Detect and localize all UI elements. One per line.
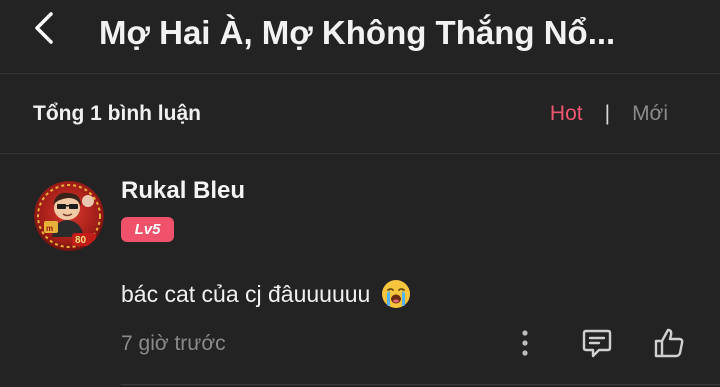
like-button[interactable] (649, 323, 689, 363)
more-options-button[interactable] (505, 323, 545, 363)
page-title: Mợ Hai À, Mợ Không Thắng Nổ... (99, 14, 616, 51)
comments-summary-bar: Tổng 1 bình luận Hot | Mới (0, 75, 720, 154)
level-badge: Lv5 (121, 217, 174, 242)
sort-hot-tab[interactable]: Hot (550, 102, 583, 126)
like-icon (654, 328, 684, 358)
sort-new-tab[interactable]: Mới (632, 102, 668, 126)
svg-text:m: m (46, 224, 53, 233)
chevron-left-icon (35, 12, 53, 44)
more-vertical-icon (522, 330, 528, 356)
comment-count: Tổng 1 bình luận (33, 102, 201, 125)
sort-separator: | (604, 102, 611, 125)
crying-face-icon (382, 280, 411, 308)
comment-divider (121, 384, 720, 385)
comment-text: bác cat của cj đâuuuuuu (121, 280, 371, 307)
svg-text:80: 80 (75, 235, 87, 246)
comment-timestamp: 7 giờ trước (121, 332, 226, 355)
sort-toggle: Hot | Mới (550, 102, 668, 126)
back-button[interactable] (26, 8, 62, 48)
header-bar: Mợ Hai À, Mợ Không Thắng Nổ... (0, 0, 720, 74)
comment-actions (505, 323, 689, 363)
reply-icon (582, 329, 612, 358)
avatar[interactable]: m 80 (34, 181, 104, 251)
comment-item: m 80 Rukal Bleu Lv5 bác cat của cj đâuuu… (0, 155, 720, 387)
comment-body: bác cat của cj đâuuuuuu (121, 278, 412, 310)
avatar-image: m 80 (34, 181, 104, 251)
reply-button[interactable] (577, 323, 617, 363)
username[interactable]: Rukal Bleu (121, 177, 245, 205)
